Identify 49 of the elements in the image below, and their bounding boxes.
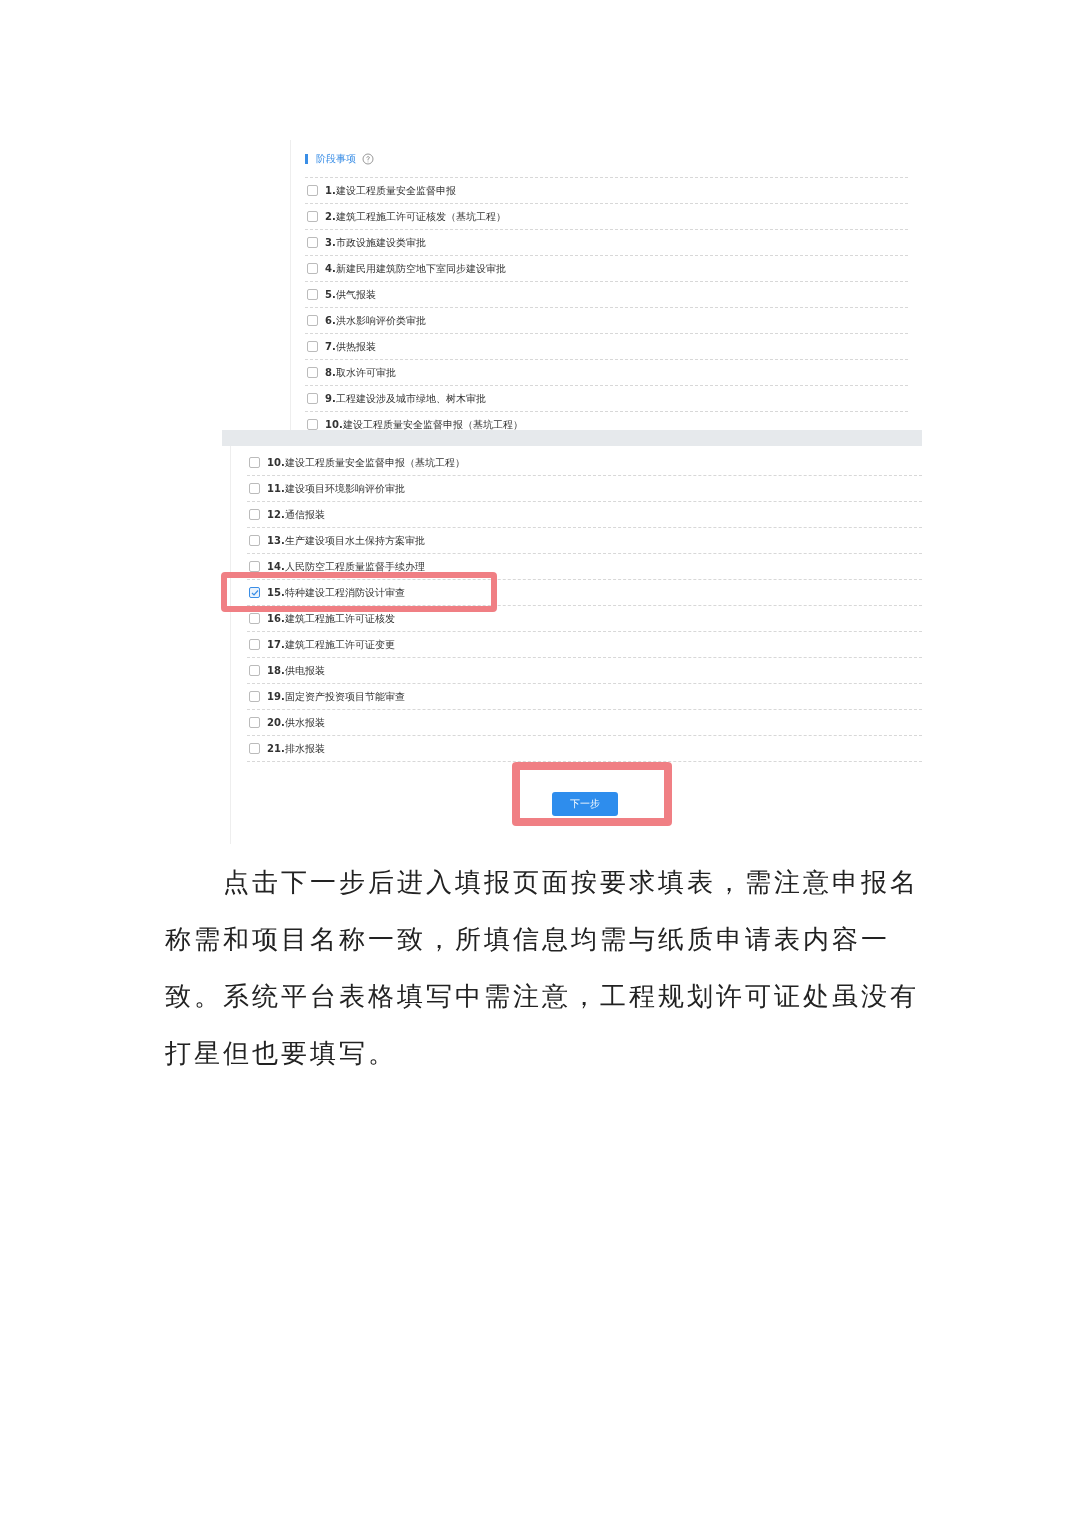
item-label: 12.通信报装 bbox=[267, 508, 325, 522]
checkbox[interactable] bbox=[307, 393, 318, 404]
item-label: 2.建筑工程施工许可证核发（基坑工程） bbox=[325, 210, 506, 224]
item-label: 3.市政设施建设类审批 bbox=[325, 236, 426, 250]
item-label: 13.生产建设项目水土保持方案审批 bbox=[267, 534, 425, 548]
item-label: 6.洪水影响评价类审批 bbox=[325, 314, 426, 328]
item-label: 21.排水报装 bbox=[267, 742, 325, 756]
checkbox[interactable] bbox=[307, 289, 318, 300]
checkbox[interactable] bbox=[307, 237, 318, 248]
check-icon bbox=[250, 588, 259, 597]
checkbox[interactable] bbox=[249, 691, 260, 702]
item-label: 1.建设工程质量安全监督申报 bbox=[325, 184, 456, 198]
section-marker bbox=[305, 153, 308, 164]
item-label: 10.建设工程质量安全监督申报（基坑工程） bbox=[325, 418, 523, 430]
item-label: 10.建设工程质量安全监督申报（基坑工程） bbox=[267, 456, 465, 470]
checkbox[interactable] bbox=[249, 483, 260, 494]
section-title: 阶段事项 bbox=[316, 152, 356, 166]
item-label: 15.特种建设工程消防设计审查 bbox=[267, 586, 405, 600]
checkbox[interactable] bbox=[249, 535, 260, 546]
checkbox[interactable] bbox=[249, 587, 260, 598]
item-label: 19.固定资产投资项目节能审查 bbox=[267, 690, 405, 704]
checkbox[interactable] bbox=[249, 743, 260, 754]
item-label: 16.建筑工程施工许可证核发 bbox=[267, 612, 395, 626]
checkbox[interactable] bbox=[307, 315, 318, 326]
item-label: 8.取水许可审批 bbox=[325, 366, 396, 380]
checkbox[interactable] bbox=[249, 457, 260, 468]
checkbox[interactable] bbox=[249, 509, 260, 520]
next-step-button[interactable]: 下一步 bbox=[551, 791, 618, 816]
checkbox[interactable] bbox=[307, 367, 318, 378]
item-label: 11.建设项目环境影响评价审批 bbox=[267, 482, 405, 496]
checkbox[interactable] bbox=[307, 185, 318, 196]
checkbox[interactable] bbox=[249, 717, 260, 728]
checkbox[interactable] bbox=[249, 639, 260, 650]
checkbox[interactable] bbox=[249, 665, 260, 676]
item-label: 18.供电报装 bbox=[267, 664, 325, 678]
item-label: 9.工程建设涉及城市绿地、树木审批 bbox=[325, 392, 486, 406]
item-label: 14.人民防空工程质量监督手续办理 bbox=[267, 560, 425, 574]
item-label: 7.供热报装 bbox=[325, 340, 376, 354]
item-label: 5.供气报装 bbox=[325, 288, 376, 302]
checkbox[interactable] bbox=[249, 561, 260, 572]
checkbox[interactable] bbox=[307, 341, 318, 352]
item-label: 4.新建民用建筑防空地下室同步建设审批 bbox=[325, 262, 506, 276]
checkbox[interactable] bbox=[249, 613, 260, 624]
item-label: 17.建筑工程施工许可证变更 bbox=[267, 638, 395, 652]
body-paragraph: 点击下一步后进入填报页面按要求填表，需注意申报名称需和项目名称一致，所填信息均需与纸质申请表内容一致。系统平台表格填写中需注意，工程规划许可证处虽没有打星但也要填写。 bbox=[165, 866, 920, 1070]
help-icon[interactable] bbox=[362, 152, 374, 165]
checkbox[interactable] bbox=[307, 211, 318, 222]
item-label: 20.供水报装 bbox=[267, 716, 325, 730]
checkbox[interactable] bbox=[307, 263, 318, 274]
